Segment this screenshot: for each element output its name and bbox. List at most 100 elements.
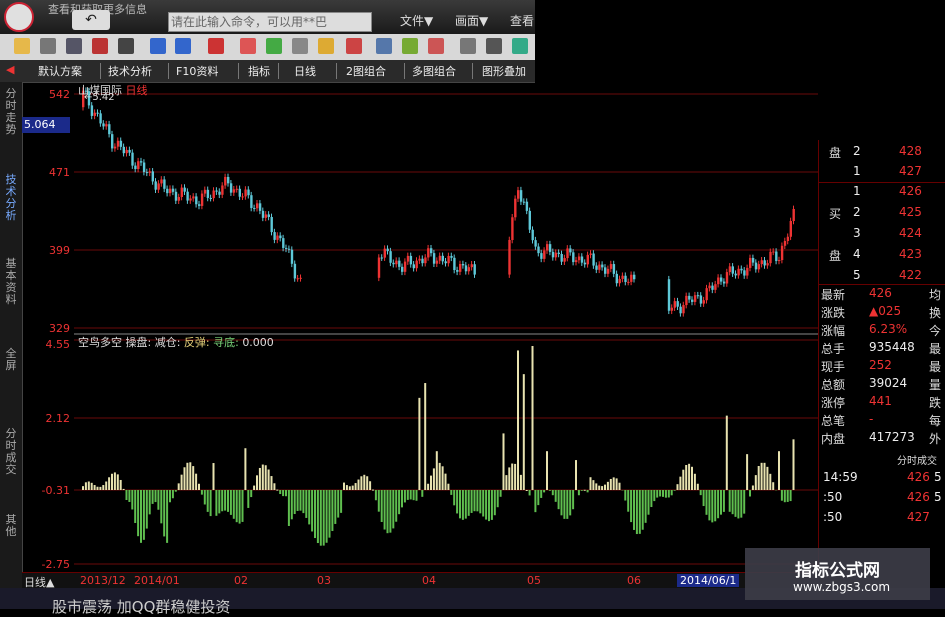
news-ticker[interactable]: 股市震荡 加QQ群稳健投资: [52, 596, 230, 617]
candle-body: [143, 163, 145, 173]
indicator-bar-negative: [210, 490, 212, 516]
menu-screen[interactable]: 画面▼: [455, 12, 488, 29]
grid-icon[interactable]: [66, 38, 82, 54]
candle-body: [677, 301, 679, 307]
candle-body: [166, 189, 168, 193]
trade-price: 426: [907, 490, 930, 504]
crosshair-icon[interactable]: [150, 38, 166, 54]
indicator-bar-negative: [462, 490, 464, 520]
indicator-bar-negative: [143, 490, 145, 540]
bell-icon[interactable]: [318, 38, 334, 54]
zoom-icon[interactable]: [175, 38, 191, 54]
indicator-bar-positive: [253, 486, 255, 490]
indicator-bar-positive: [276, 490, 278, 491]
candle-body: [523, 202, 525, 203]
indicator-bar-positive: [91, 483, 93, 490]
candle-body: [511, 217, 513, 240]
news-icon[interactable]: [428, 38, 444, 54]
indicator-bar-negative: [581, 490, 583, 491]
folder-icon[interactable]: [14, 38, 30, 54]
stat-label: 涨停: [821, 394, 845, 411]
window-icon[interactable]: [376, 38, 392, 54]
indicator-bar-positive: [123, 489, 125, 490]
candle-body: [587, 255, 589, 264]
link-icon[interactable]: [92, 38, 108, 54]
chart-pie-icon[interactable]: [512, 38, 528, 54]
indicator-bar-negative: [392, 490, 394, 528]
menu-file[interactable]: 文件▼: [400, 12, 433, 29]
candle-body: [735, 274, 737, 276]
stat-suffix: 量: [929, 376, 941, 393]
tab-tech-analysis[interactable]: 技术分析: [108, 63, 152, 79]
candle-body: [128, 150, 130, 153]
tab-f10[interactable]: F10资料: [176, 63, 218, 79]
candle-body: [201, 194, 203, 206]
indicator-bar-negative: [662, 490, 664, 497]
export-icon[interactable]: [486, 38, 502, 54]
candle-body: [758, 264, 760, 269]
star-icon[interactable]: [346, 38, 362, 54]
tab-overlay[interactable]: 图形叠加: [482, 63, 526, 79]
tab-2chart[interactable]: 2图组合: [346, 63, 386, 79]
indicator-tick: 4.55: [46, 338, 71, 351]
vtab-trades[interactable]: 分时成交: [2, 428, 20, 476]
indicator-bar-negative: [653, 490, 655, 501]
trades-header[interactable]: 分时成交: [897, 452, 937, 467]
dots-icon[interactable]: [266, 38, 282, 54]
vtab-other[interactable]: 其他: [2, 514, 20, 538]
indicator-bar-negative: [735, 490, 737, 517]
stop-icon[interactable]: [240, 38, 256, 54]
resize-icon[interactable]: [40, 38, 56, 54]
indicator-bar-negative: [639, 490, 641, 534]
indicator-bar-negative: [627, 490, 629, 512]
tab-indicator[interactable]: 指标: [248, 63, 270, 79]
calc-icon[interactable]: [402, 38, 418, 54]
tab-arrow-icon[interactable]: ◀: [6, 63, 14, 76]
indicator-bar-negative: [659, 490, 661, 496]
tab-multichart[interactable]: 多图组合: [412, 63, 456, 79]
left-side-tabs: 分时走势 技术分析 基本资料 全屏 分时成交 其他: [0, 82, 23, 594]
vtab-intraday[interactable]: 分时走势: [2, 88, 20, 136]
indicator-bar-negative: [624, 490, 626, 501]
indicator-bar-positive: [346, 485, 348, 490]
vtab-basic[interactable]: 基本资料: [2, 258, 20, 306]
indicator-bar-positive: [523, 374, 525, 490]
kline-chart[interactable]: [74, 82, 818, 572]
function-tabs: ◀ 默认方案 技术分析 F10资料 指标 日线 2图组合 多图组合 图形叠加: [0, 60, 535, 83]
indicator-bar-negative: [155, 490, 157, 502]
indicator-bar-negative: [224, 490, 226, 511]
indicator-bar-positive: [442, 466, 444, 490]
candle-body: [300, 278, 302, 279]
command-input[interactable]: 请在此输入命令，可以用**巴: [168, 12, 372, 32]
order-level: 2: [853, 144, 861, 158]
back-button[interactable]: ↶: [72, 10, 110, 30]
indicator-bar-positive: [363, 475, 365, 490]
indicator-bar-negative: [468, 490, 470, 516]
list-icon[interactable]: [292, 38, 308, 54]
chart-icon[interactable]: [118, 38, 134, 54]
candle-body: [532, 230, 534, 240]
indicator-bar-positive: [691, 467, 693, 490]
candle-body: [462, 264, 464, 265]
indicator-bar-positive: [184, 467, 186, 490]
vtab-fullscreen[interactable]: 全屏: [2, 348, 20, 372]
indicator-bar-negative: [149, 490, 151, 514]
candle-body: [207, 190, 209, 198]
candle-body: [616, 274, 618, 283]
stat-label: 现手: [821, 358, 845, 375]
order-level: 3: [853, 226, 861, 240]
vtab-tech[interactable]: 技术分析: [2, 174, 20, 222]
draw-icon[interactable]: [208, 38, 224, 54]
candle-body: [398, 261, 400, 267]
indicator-bar-positive: [262, 465, 264, 490]
indicator-bar-negative: [529, 490, 531, 495]
date-tick: 02: [234, 574, 248, 587]
tab-daily[interactable]: 日线: [294, 63, 316, 79]
indicator-bar-negative: [784, 490, 786, 502]
order-level: 5: [853, 268, 861, 282]
menu-view[interactable]: 查看: [510, 12, 534, 29]
layout-icon[interactable]: [460, 38, 476, 54]
indicator-bar-negative: [279, 490, 281, 494]
stat-label: 涨幅: [821, 322, 845, 339]
tab-default-scheme[interactable]: 默认方案: [38, 63, 82, 79]
